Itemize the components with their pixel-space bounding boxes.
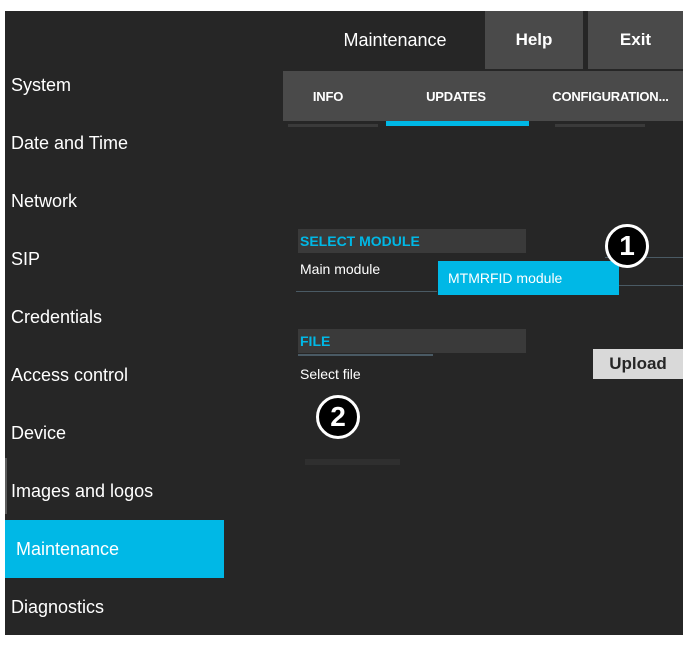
divider xyxy=(305,459,400,465)
exit-button[interactable]: Exit xyxy=(588,11,683,69)
field-underline xyxy=(619,285,683,286)
upload-button[interactable]: Upload xyxy=(593,349,683,379)
sidebar-item-credentials[interactable]: Credentials xyxy=(5,288,224,346)
sidebar-item-network[interactable]: Network xyxy=(5,172,224,230)
main-module-label: Main module xyxy=(300,261,381,277)
sidebar-item-date-and-time[interactable]: Date and Time xyxy=(5,114,224,172)
sidebar-item-diagnostics[interactable]: Diagnostics xyxy=(5,578,224,635)
field-underline xyxy=(296,291,437,292)
sidebar-item-images-and-logos[interactable]: Images and logos xyxy=(5,462,224,520)
sidebar-item-access-control[interactable]: Access control xyxy=(5,346,224,404)
select-file-label[interactable]: Select file xyxy=(300,366,361,382)
sidebar-item-sip[interactable]: SIP xyxy=(5,230,224,288)
tab-configuration[interactable]: CONFIGURATION... xyxy=(538,71,683,121)
sidebar-item-device[interactable]: Device xyxy=(5,404,224,462)
module-dropdown-option[interactable]: MTMRFID module xyxy=(438,261,619,295)
tab-updates[interactable]: UPDATES xyxy=(383,71,529,121)
sidebar-item-system[interactable]: System xyxy=(5,56,224,114)
sidebar-scroll-indicator xyxy=(5,458,7,514)
field-underline xyxy=(298,354,433,356)
tab-bar: INFO UPDATES CONFIGURATION... xyxy=(283,71,683,121)
active-tab-indicator xyxy=(386,121,529,126)
sidebar-item-maintenance[interactable]: Maintenance xyxy=(5,520,224,578)
help-button[interactable]: Help xyxy=(485,11,583,69)
file-heading: FILE xyxy=(298,329,526,353)
tab-info[interactable]: INFO xyxy=(283,71,373,121)
divider xyxy=(555,124,645,127)
app-window: Maintenance Help Exit System Date and Ti… xyxy=(5,11,683,635)
sidebar: System Date and Time Network SIP Credent… xyxy=(5,56,224,635)
divider xyxy=(288,124,378,127)
select-module-heading: SELECT MODULE xyxy=(298,229,526,253)
annotation-marker-2: 2 xyxy=(316,395,360,439)
page-title: Maintenance xyxy=(343,30,447,50)
annotation-marker-1: 1 xyxy=(605,224,649,268)
